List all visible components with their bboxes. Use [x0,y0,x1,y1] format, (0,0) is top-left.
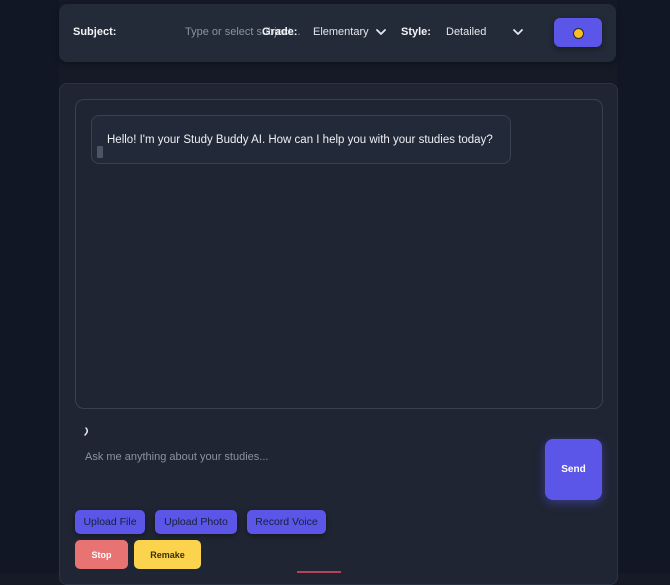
chevron-down-icon [376,29,386,35]
upload-file-button[interactable]: Upload File [75,510,145,534]
chat-input[interactable] [75,446,535,468]
chat-panel: Hello! I'm your Study Buddy AI. How can … [59,83,618,585]
bot-message: Hello! I'm your Study Buddy AI. How can … [91,115,511,164]
grade-select-value: Elementary [313,26,369,38]
left-gutter [0,0,59,573]
subject-label: Subject: [73,26,117,38]
right-gutter [617,0,670,573]
theme-toggle-button[interactable] [554,18,602,47]
sun-icon [573,28,584,39]
message-marker-icon [97,146,103,158]
settings-bar: Subject: Grade: Elementary Style: Detail… [59,4,616,62]
remake-button[interactable]: Remake [134,540,201,569]
style-select[interactable]: Detailed [446,22,526,42]
grade-label: Grade: [262,26,298,38]
send-button[interactable]: Send [545,439,602,500]
style-select-value: Detailed [446,26,487,38]
style-label: Style: [401,26,431,38]
chevron-down-icon [513,29,523,35]
loading-spinner-icon [84,427,89,436]
bot-message-text: Hello! I'm your Study Buddy AI. How can … [107,134,493,146]
grade-select[interactable]: Elementary [313,22,389,42]
record-voice-button[interactable]: Record Voice [247,510,326,534]
upload-photo-button[interactable]: Upload Photo [155,510,237,534]
messages-area[interactable]: Hello! I'm your Study Buddy AI. How can … [75,99,603,409]
stop-button[interactable]: Stop [75,540,128,569]
